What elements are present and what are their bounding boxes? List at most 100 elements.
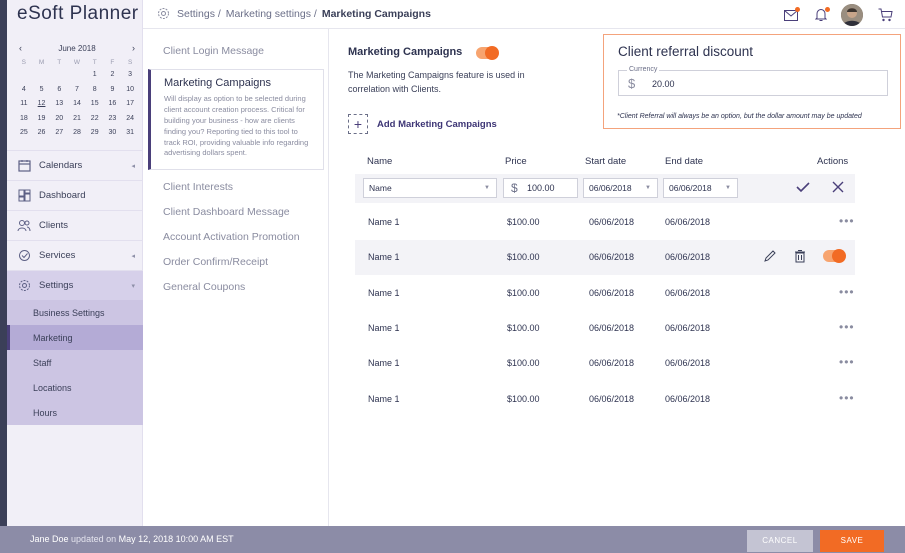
calendar-day[interactable]: 6 (50, 83, 68, 98)
breadcrumb-marketing-settings[interactable]: Marketing settings / (226, 8, 317, 20)
calendar-prev-button[interactable]: ‹ (19, 43, 22, 53)
cell-end: 06/06/2018 (665, 217, 711, 227)
menu-marketing-campaigns[interactable]: Marketing Campaigns Will display as opti… (148, 69, 324, 171)
more-options-icon[interactable]: ••• (839, 355, 855, 369)
sidebar-sub-locations[interactable]: Locations (7, 375, 143, 400)
breadcrumb-settings[interactable]: Settings / (177, 8, 221, 20)
table-row[interactable]: Name 1 $100.00 06/06/2018 06/06/2018 ••• (355, 382, 855, 417)
more-options-icon[interactable]: ••• (839, 214, 855, 228)
row-active-toggle[interactable] (823, 249, 846, 264)
calendar-day[interactable]: 24 (121, 112, 139, 127)
calendar-next-button[interactable]: › (132, 43, 135, 53)
close-icon[interactable] (830, 179, 846, 195)
calendar-day[interactable]: 25 (15, 126, 33, 141)
calendar-day[interactable]: 4 (15, 83, 33, 98)
col-end-date: End date (665, 156, 704, 167)
avatar[interactable] (841, 4, 863, 26)
calendar-day[interactable]: 20 (50, 112, 68, 127)
calendar-day[interactable]: 10 (121, 83, 139, 98)
calendar-day[interactable]: 9 (104, 83, 122, 98)
page-title: Marketing Campaigns (348, 46, 463, 58)
col-start-date: Start date (585, 156, 627, 167)
sidebar-sub-hours[interactable]: Hours (7, 400, 143, 425)
sidebar-sub-business-settings[interactable]: Business Settings (7, 300, 143, 325)
table-row[interactable]: Name 1 $100.00 06/06/2018 06/06/2018 ••• (355, 346, 855, 381)
menu-order-confirm-receipt[interactable]: Order Confirm/Receipt (143, 250, 328, 275)
name-select-value: Name (369, 183, 392, 193)
calendar-day[interactable]: 18 (15, 112, 33, 127)
calendar-day[interactable]: 1 (86, 68, 104, 83)
table-row[interactable]: Name 1 $100.00 06/06/2018 06/06/2018 (355, 240, 855, 276)
calendar-day[interactable]: 3 (121, 68, 139, 83)
updated-date: May 12, 2018 10:00 AM EST (118, 534, 234, 544)
cart-icon[interactable] (877, 7, 893, 23)
sidebar-item-clients[interactable]: Clients (7, 210, 143, 240)
calendar-day[interactable]: 28 (68, 126, 86, 141)
calendar-day (68, 68, 86, 83)
end-date-select[interactable]: 06/06/2018 ▼ (663, 178, 738, 198)
calendar-day[interactable]: 7 (68, 83, 86, 98)
cell-price: $100.00 (507, 358, 540, 369)
calendar-day[interactable]: 21 (68, 112, 86, 127)
calendar-day[interactable]: 8 (86, 83, 104, 98)
check-icon[interactable] (795, 179, 811, 195)
trash-icon[interactable] (793, 249, 807, 263)
table-row[interactable]: Name 1 $100.00 06/06/2018 06/06/2018 ••• (355, 311, 855, 346)
menu-general-coupons[interactable]: General Coupons (143, 275, 328, 300)
cancel-button[interactable]: CANCEL (747, 530, 813, 552)
calendar-day[interactable]: 17 (121, 97, 139, 112)
sidebar: eSoft Planner ‹ June 2018 › SMTWTFS12345… (7, 0, 143, 526)
table-row[interactable]: Name 1 $100.00 06/06/2018 06/06/2018 ••• (355, 276, 855, 311)
calendar-day[interactable]: 29 (86, 126, 104, 141)
calendar-day[interactable]: 12 (33, 97, 51, 112)
referral-amount-field[interactable]: Currency $ 20.00 (618, 66, 888, 96)
calendar-day[interactable]: 14 (68, 97, 86, 112)
add-campaign-button[interactable]: + Add Marketing Campaigns (348, 114, 497, 134)
sidebar-sub-staff[interactable]: Staff (7, 350, 143, 375)
calendar-day[interactable]: 27 (50, 126, 68, 141)
calendar-day[interactable]: 23 (104, 112, 122, 127)
calendar-day[interactable]: 16 (104, 97, 122, 112)
calendar-day[interactable]: 26 (33, 126, 51, 141)
name-select[interactable]: Name ▼ (363, 178, 497, 198)
more-options-icon[interactable]: ••• (839, 320, 855, 334)
calendar-weekday: T (57, 59, 62, 66)
calendar-day[interactable]: 15 (86, 97, 104, 112)
sidebar-sub-marketing[interactable]: Marketing (7, 325, 143, 350)
price-input[interactable]: $ 100.00 (503, 178, 578, 198)
table-row[interactable]: Name 1 $100.00 06/06/2018 06/06/2018 ••• (355, 205, 855, 240)
cell-price: $100.00 (507, 322, 540, 333)
calendar-day[interactable]: 11 (15, 97, 33, 112)
side-menu: Calendars ◂ Dashboard Clients Services ◂ (7, 150, 143, 425)
last-updated-status: Jane Doe updated on May 12, 2018 10:00 A… (30, 534, 234, 544)
sidebar-item-calendars[interactable]: Calendars ◂ (7, 150, 143, 180)
menu-client-login-message[interactable]: Client Login Message (143, 39, 328, 64)
bell-icon[interactable] (813, 7, 830, 23)
calendar-day[interactable]: 22 (86, 112, 104, 127)
calendar-day[interactable]: 2 (104, 68, 122, 83)
referral-amount-value: 20.00 (652, 79, 675, 89)
calendar-day[interactable]: 13 (50, 97, 68, 112)
mail-icon[interactable] (783, 7, 800, 23)
more-options-icon[interactable]: ••• (839, 391, 855, 405)
cell-name: Name 1 (368, 287, 400, 298)
more-options-icon[interactable]: ••• (839, 285, 855, 299)
sidebar-item-dashboard[interactable]: Dashboard (7, 180, 143, 210)
menu-account-activation-promotion[interactable]: Account Activation Promotion (143, 225, 328, 250)
calendar-weekday: F (110, 59, 115, 66)
menu-client-interests[interactable]: Client Interests (143, 175, 328, 200)
app-logo: eSoft Planner (17, 3, 139, 24)
sidebar-item-settings[interactable]: Settings ▾ (7, 270, 143, 300)
calendar-day[interactable]: 5 (33, 83, 51, 98)
marketing-settings-menu: Client Login Message Marketing Campaigns… (143, 29, 329, 526)
sidebar-item-services[interactable]: Services ◂ (7, 240, 143, 270)
calendar-day[interactable]: 19 (33, 112, 51, 127)
campaigns-enabled-toggle[interactable] (476, 46, 499, 60)
pencil-icon[interactable] (763, 249, 777, 263)
calendar-day[interactable]: 31 (121, 126, 139, 141)
menu-client-dashboard-message[interactable]: Client Dashboard Message (143, 200, 328, 225)
calendar-day[interactable]: 30 (104, 126, 122, 141)
start-date-select[interactable]: 06/06/2018 ▼ (583, 178, 658, 198)
sidebar-item-label: Services (39, 250, 76, 261)
save-button[interactable]: SAVE (820, 530, 884, 552)
